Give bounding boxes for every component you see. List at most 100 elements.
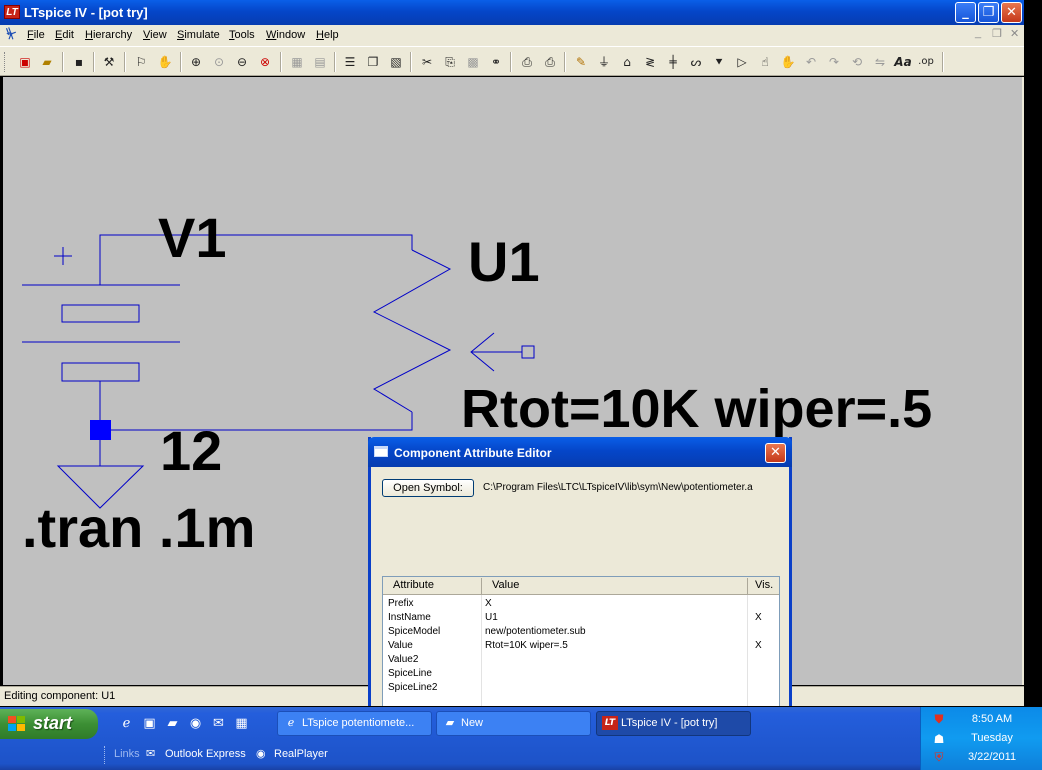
- column-header-attribute[interactable]: Attribute: [393, 579, 434, 591]
- table-row[interactable]: Prefix X: [383, 597, 779, 611]
- toolbar-grip[interactable]: [4, 52, 7, 72]
- tran-directive[interactable]: .tran .1m: [22, 495, 255, 560]
- control-panel-icon[interactable]: ⚒: [100, 53, 118, 71]
- copy-icon[interactable]: ⎘: [441, 53, 459, 71]
- mirror-icon[interactable]: ⇋: [871, 53, 889, 71]
- menu-file[interactable]: File: [27, 29, 45, 41]
- value-cell[interactable]: new/potentiometer.sub: [485, 625, 586, 639]
- diode-icon[interactable]: ⯆: [710, 53, 728, 71]
- value-cell[interactable]: X: [485, 597, 492, 611]
- find-icon[interactable]: ⚭: [487, 53, 505, 71]
- mdi-minimize-icon[interactable]: _: [975, 27, 981, 39]
- media-player-icon[interactable]: ◉: [187, 715, 204, 732]
- minimize-button[interactable]: _: [955, 2, 976, 23]
- ltspice-app-icon[interactable]: LT: [4, 5, 20, 19]
- new-schematic-icon[interactable]: ▣: [16, 53, 34, 71]
- menu-view[interactable]: View: [143, 29, 167, 41]
- grid-icon[interactable]: ▤: [311, 53, 329, 71]
- antivirus-icon[interactable]: ⛊: [931, 711, 947, 727]
- spice-directive-icon[interactable]: .op: [917, 53, 935, 71]
- task-ltspice[interactable]: LT LTspice IV - [pot try]: [596, 711, 751, 736]
- zoom-fit-icon[interactable]: ⊗: [256, 53, 274, 71]
- links-label[interactable]: Links: [114, 748, 140, 760]
- menu-window[interactable]: Window: [266, 29, 305, 41]
- paste-icon[interactable]: ▩: [464, 53, 482, 71]
- rotate-icon[interactable]: ⟲: [848, 53, 866, 71]
- task-ltspice-browser[interactable]: ℯ LTspice potentiomete...: [277, 711, 432, 736]
- start-button[interactable]: start: [0, 709, 98, 739]
- open-symbol-button[interactable]: Open Symbol:: [382, 479, 474, 497]
- move-icon[interactable]: ☝: [756, 53, 774, 71]
- run-icon[interactable]: ⚐: [132, 53, 150, 71]
- table-row[interactable]: Value2: [383, 653, 779, 667]
- print-setup-icon[interactable]: ⎙: [518, 53, 536, 71]
- menu-edit[interactable]: Edit: [55, 29, 74, 41]
- network-icon[interactable]: ☗: [931, 731, 947, 747]
- pan-icon[interactable]: ⊙: [210, 53, 228, 71]
- mdi-restore-icon[interactable]: ❐: [992, 27, 1002, 40]
- link-outlook-express[interactable]: Outlook Express: [165, 748, 246, 760]
- capacitor-icon[interactable]: ╪: [664, 53, 682, 71]
- table-row[interactable]: SpiceLine2: [383, 681, 779, 695]
- component-icon[interactable]: ▷: [733, 53, 751, 71]
- menu-help[interactable]: Help: [316, 29, 339, 41]
- component-name-label[interactable]: U1: [468, 229, 540, 294]
- show-desktop-icon[interactable]: ▣: [141, 715, 158, 732]
- tile-vertical-icon[interactable]: ▧: [387, 53, 405, 71]
- column-divider[interactable]: [481, 578, 482, 594]
- text-icon[interactable]: Aa: [894, 53, 912, 71]
- vis-cell[interactable]: X: [755, 639, 762, 653]
- print-icon[interactable]: ⎙: [541, 53, 559, 71]
- close-button[interactable]: ✕: [1001, 2, 1022, 23]
- table-row[interactable]: SpiceLine: [383, 667, 779, 681]
- cascade-icon[interactable]: ❐: [364, 53, 382, 71]
- source-name-label[interactable]: V1: [158, 205, 227, 270]
- halt-icon[interactable]: ✋: [156, 53, 174, 71]
- redo-icon[interactable]: ↷: [825, 53, 843, 71]
- draw-wire-icon[interactable]: ✎: [572, 53, 590, 71]
- column-divider[interactable]: [747, 578, 748, 594]
- menu-hierarchy[interactable]: Hierarchy: [85, 29, 132, 41]
- column-header-value[interactable]: Value: [492, 579, 519, 591]
- cut-icon[interactable]: ✂: [418, 53, 436, 71]
- value-cell[interactable]: U1: [485, 611, 498, 625]
- dialog-close-button[interactable]: ✕: [765, 443, 786, 463]
- links-grip[interactable]: [104, 746, 107, 764]
- value-cell[interactable]: Rtot=10K wiper=.5: [485, 639, 568, 653]
- paint-icon[interactable]: ▦: [233, 715, 250, 732]
- source-value-label[interactable]: 12: [160, 418, 222, 483]
- vis-cell[interactable]: X: [755, 611, 762, 625]
- component-value-label[interactable]: Rtot=10K wiper=.5: [461, 378, 932, 440]
- menu-simulate[interactable]: Simulate: [177, 29, 220, 41]
- internet-explorer-icon[interactable]: ℯ: [118, 715, 135, 732]
- zoom-in-icon[interactable]: ⊕: [187, 53, 205, 71]
- task-new-folder[interactable]: ▰ New: [436, 711, 591, 736]
- zoom-out-icon[interactable]: ⊖: [233, 53, 251, 71]
- label-net-icon[interactable]: ⌂: [618, 53, 636, 71]
- ground-icon[interactable]: ⏚: [595, 53, 613, 71]
- security-shield-icon[interactable]: ⛨: [931, 749, 947, 765]
- dialog-title-bar[interactable]: Component Attribute Editor ✕: [368, 437, 792, 467]
- outlook-quicklaunch-icon[interactable]: ✉: [210, 715, 227, 732]
- link-realplayer[interactable]: RealPlayer: [274, 748, 328, 760]
- mdi-document-icon[interactable]: ⏧: [6, 27, 16, 42]
- mdi-close-icon[interactable]: ✕: [1010, 27, 1019, 40]
- inductor-icon[interactable]: ᔕ: [687, 53, 705, 71]
- restore-button[interactable]: ❐: [978, 2, 999, 23]
- table-row[interactable]: SpiceModel new/potentiometer.sub: [383, 625, 779, 639]
- tile-horizontal-icon[interactable]: ☰: [341, 53, 359, 71]
- menu-tools[interactable]: Tools: [229, 29, 255, 41]
- autorange-icon[interactable]: ▦: [288, 53, 306, 71]
- attribute-table[interactable]: Attribute Value Vis. Prefix X InstName U…: [382, 576, 780, 706]
- clock-time[interactable]: 8:50 AM: [957, 713, 1027, 725]
- table-row[interactable]: Value Rtot=10K wiper=.5 X: [383, 639, 779, 653]
- folder-icon[interactable]: ▰: [164, 715, 181, 732]
- column-header-vis[interactable]: Vis.: [755, 579, 773, 591]
- save-icon[interactable]: ▪: [70, 53, 88, 71]
- undo-icon[interactable]: ↶: [802, 53, 820, 71]
- resistor-icon[interactable]: ≷: [641, 53, 659, 71]
- title-bar[interactable]: LT LTspice IV - [pot try] _ ❐ ✕: [0, 0, 1024, 25]
- drag-icon[interactable]: ✋: [779, 53, 797, 71]
- open-icon[interactable]: ▰: [38, 53, 56, 71]
- table-row[interactable]: InstName U1 X: [383, 611, 779, 625]
